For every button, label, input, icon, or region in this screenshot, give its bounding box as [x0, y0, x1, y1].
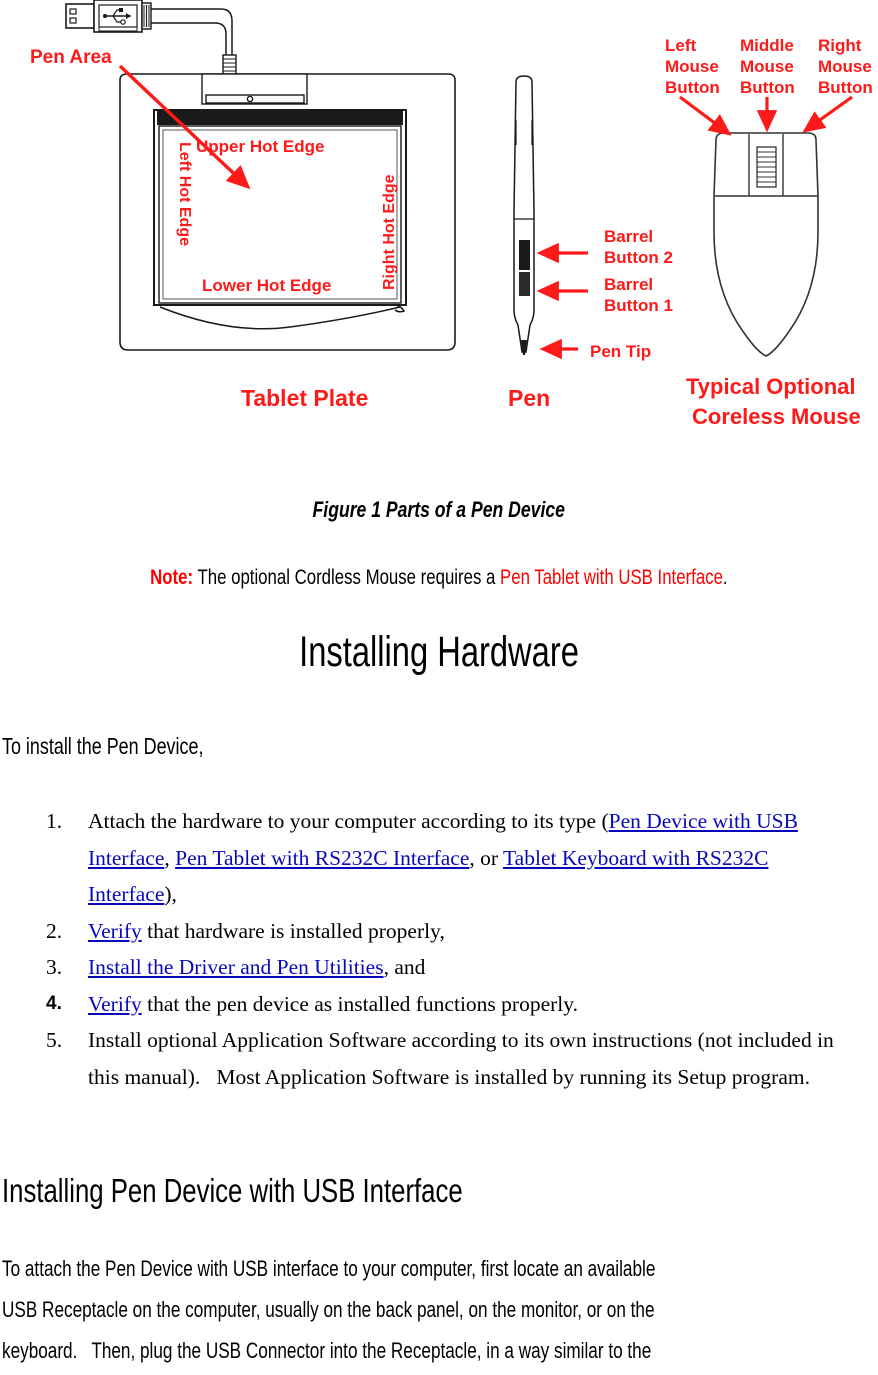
- tablet-port-recess: [201, 73, 308, 105]
- link[interactable]: Install the Driver and Pen Utilities: [88, 955, 384, 979]
- label-middle-mouse-button-line3: Button: [740, 78, 795, 97]
- label-lower-hot-edge: Lower Hot Edge: [202, 276, 331, 295]
- usb-cable: [151, 8, 233, 55]
- label-upper-hot-edge: Upper Hot Edge: [196, 137, 324, 156]
- paragraph-line: USB Receptacle on the computer, usually …: [2, 1289, 874, 1330]
- page-title: Installing Hardware: [0, 628, 878, 678]
- label-tablet-plate: Tablet Plate: [241, 385, 368, 411]
- list-item: 1. Attach the hardware to your computer a…: [46, 803, 858, 913]
- list-item: 3. Install the Driver and Pen Utilities, …: [46, 949, 858, 986]
- label-right-hot-edge: Right Hot Edge: [381, 174, 398, 290]
- tablet-usb-plug: [222, 54, 237, 76]
- note-keyword: Note:: [150, 566, 194, 589]
- label-pen: Pen: [508, 385, 550, 411]
- label-right-mouse-button-line1: Right: [818, 36, 862, 55]
- mouse-scroll-wheel: [756, 146, 777, 188]
- list-item-text: Install optional Application Software ac…: [88, 1022, 858, 1095]
- label-middle-mouse-button-line1: Middle: [740, 36, 794, 55]
- note-text-after: .: [723, 566, 728, 589]
- note-text-before: The optional Cordless Mouse requires a: [193, 566, 501, 589]
- link[interactable]: Verify: [88, 919, 142, 943]
- label-left-mouse-button-line1: Left: [665, 36, 697, 55]
- pen-illustration: [513, 75, 535, 353]
- text-run: Install optional Application Software ac…: [88, 1028, 834, 1089]
- figure-parts-of-a-pen-device: Pen Area Upper Hot Edge Lower Hot Edge L…: [0, 0, 878, 455]
- label-barrel-button-2-line2: Button 2: [604, 248, 673, 267]
- label-left-mouse-button-line2: Mouse: [665, 57, 719, 76]
- figure-caption-text: Figure 1 Parts of a Pen Device: [312, 497, 566, 522]
- text-run: ),: [164, 882, 177, 906]
- text-run: ,: [164, 845, 176, 870]
- barrel-button-1: [519, 272, 530, 296]
- list-item: 2. Verify that hardware is installed prop…: [46, 913, 858, 950]
- list-item-number: 1.: [46, 809, 63, 833]
- paragraph-line: To attach the Pen Device with USB interf…: [2, 1248, 874, 1289]
- lead-in-text: To install the Pen Device,: [2, 733, 204, 759]
- label-coreless-mouse-line1: Typical Optional: [686, 374, 856, 399]
- list-item-number: 4.: [46, 992, 62, 1014]
- label-pen-area: Pen Area: [30, 47, 112, 68]
- label-barrel-button-1-line1: Barrel: [604, 275, 653, 294]
- list-item-number: 2.: [46, 918, 63, 943]
- label-right-mouse-button-line3: Button: [818, 78, 873, 97]
- section-heading-installing-usb: Installing Pen Device with USB Interface: [2, 1172, 593, 1212]
- label-pen-tip: Pen Tip: [590, 342, 651, 361]
- note-line: Note: The optional Cordless Mouse requir…: [0, 566, 878, 592]
- text-run: , and: [383, 955, 426, 979]
- paragraph-line: keyboard. Then, plug the USB Connector i…: [2, 1330, 874, 1371]
- barrel-button-2: [519, 240, 530, 270]
- paragraph-line-text: To attach the Pen Device with USB interf…: [2, 1256, 656, 1281]
- text-run: , or: [469, 845, 504, 870]
- link[interactable]: Pen Tablet with RS232C Interface: [175, 846, 469, 870]
- link[interactable]: Verify: [88, 992, 142, 1016]
- paragraph-line-text: USB Receptacle on the computer, usually …: [2, 1297, 655, 1322]
- lead-in-line: To install the Pen Device,: [2, 733, 260, 761]
- list-item-number: 3.: [46, 955, 63, 979]
- label-coreless-mouse-line2: Coreless Mouse: [692, 404, 861, 429]
- label-middle-mouse-button-line2: Mouse: [740, 57, 794, 76]
- section-heading-text: Installing Pen Device with USB Interface: [2, 1172, 463, 1209]
- label-barrel-button-2-line1: Barrel: [604, 227, 653, 246]
- label-left-hot-edge: Left Hot Edge: [176, 142, 193, 246]
- right-mouse-button-arrow: [802, 95, 853, 133]
- body-paragraph: To attach the Pen Device with USB interf…: [2, 1248, 874, 1371]
- text-run: that the pen device as installed functio…: [141, 991, 578, 1016]
- list-item: 4. Verify that the pen device as installe…: [46, 986, 858, 1023]
- label-left-mouse-button-line3: Button: [665, 78, 720, 97]
- list-item-text: Install the Driver and Pen Utilities, an…: [88, 949, 858, 986]
- list-item-text: Verify that hardware is installed proper…: [88, 913, 858, 950]
- usb-connector-icon: [65, 0, 152, 33]
- label-barrel-button-1-line2: Button 1: [604, 296, 673, 315]
- text-run: that hardware is installed properly,: [141, 918, 445, 943]
- install-steps-list: 1. Attach the hardware to your computer a…: [46, 803, 858, 1095]
- list-item-number: 5.: [46, 1028, 63, 1052]
- page-title-text: Installing Hardware: [299, 628, 579, 676]
- text-run: Attach the hardware to your computer acc…: [88, 809, 609, 833]
- list-item-text: Attach the hardware to your computer acc…: [88, 803, 858, 913]
- left-mouse-button-arrow: [679, 95, 732, 136]
- label-right-mouse-button-line2: Mouse: [818, 57, 872, 76]
- tablet-black-strip: [157, 111, 403, 125]
- figure-caption: Figure 1 Parts of a Pen Device: [0, 497, 878, 523]
- paragraph-line-text: keyboard. Then, plug the USB Connector i…: [2, 1338, 652, 1363]
- note-highlight: Pen Tablet with USB Interface: [500, 566, 724, 589]
- list-item-text: Verify that the pen device as installed …: [88, 986, 858, 1023]
- list-item: 5. Install optional Application Software …: [46, 1022, 858, 1095]
